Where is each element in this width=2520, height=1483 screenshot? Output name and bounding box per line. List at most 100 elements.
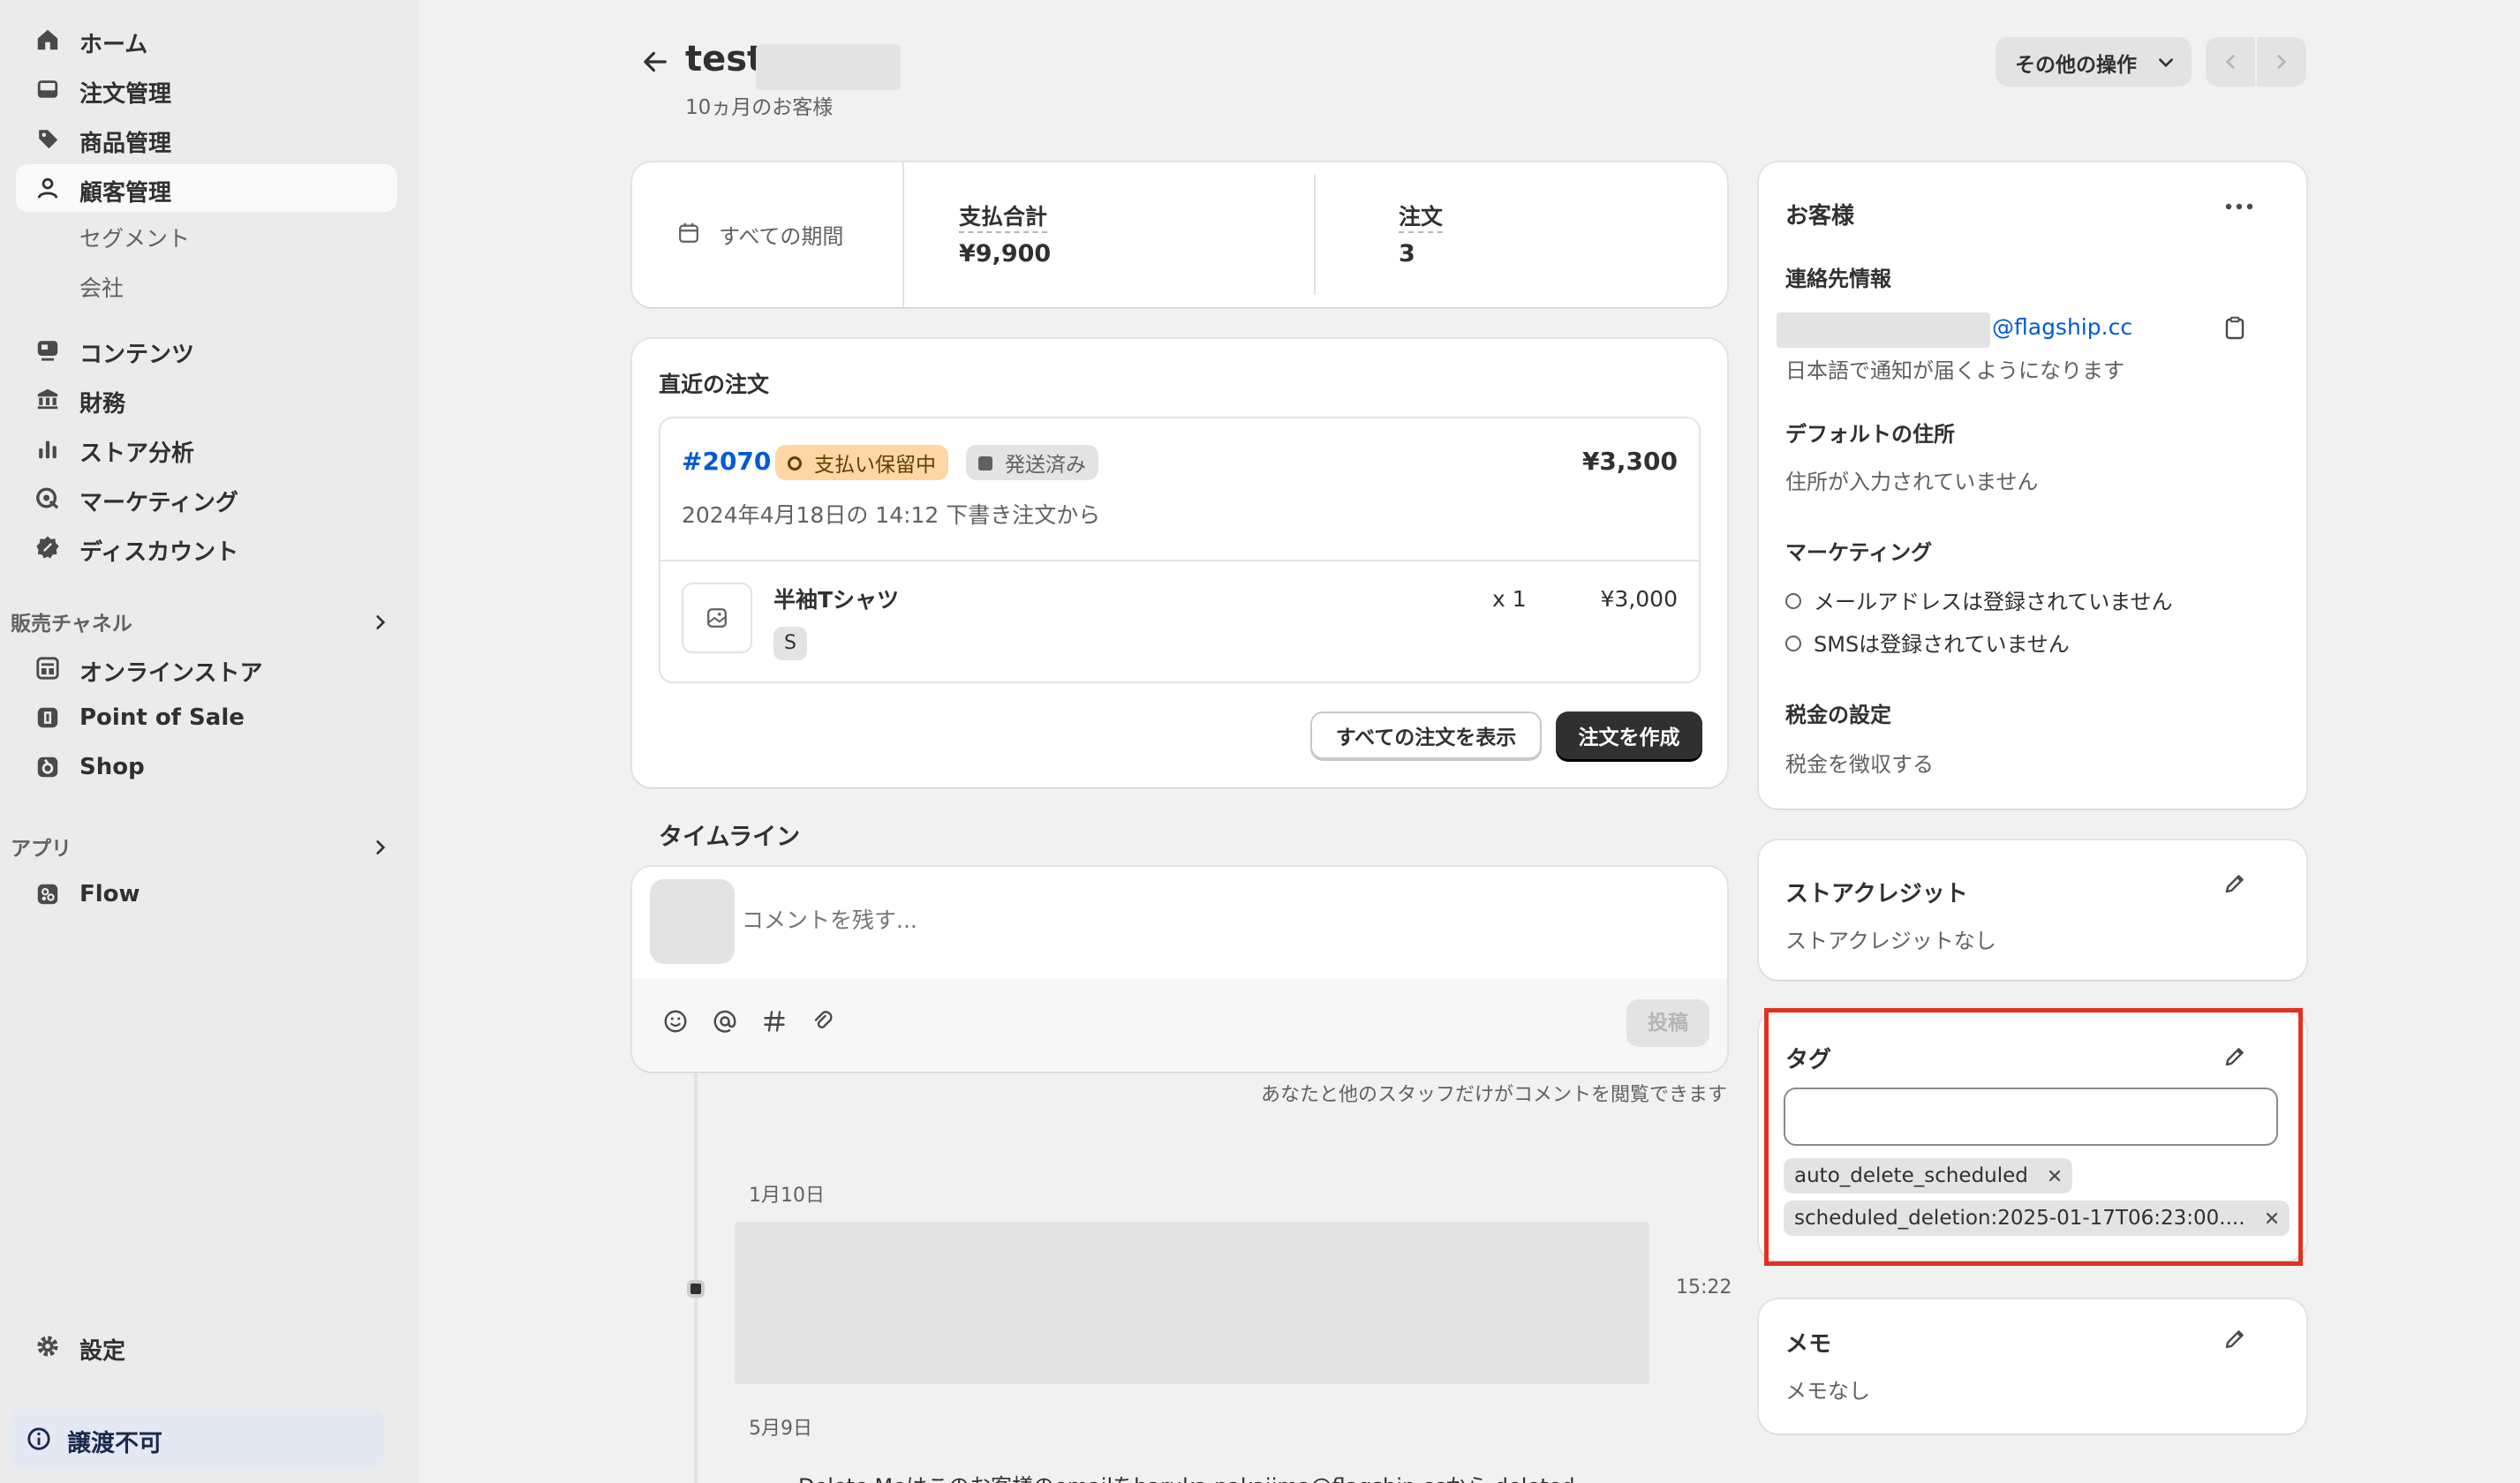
sidebar-item-finance[interactable]: 財務 (16, 375, 397, 423)
sidebar-item-settings[interactable]: 設定 (16, 1322, 397, 1370)
sidebar-item-home[interactable]: ホーム (16, 16, 397, 64)
sidebar-item-label: Flow (79, 881, 140, 907)
more-actions-button[interactable]: その他の操作 (1996, 37, 2192, 87)
sidebar-item-label: 商品管理 (79, 131, 172, 157)
page-title: test (685, 39, 765, 79)
chevron-down-icon (2159, 58, 2173, 68)
clipboard-icon[interactable] (2222, 314, 2248, 341)
hashtag-icon[interactable] (761, 1008, 788, 1035)
store-credit-card: ストアクレジット ストアクレジットなし (1759, 840, 2306, 980)
sidebar-item-label: ホーム (79, 32, 148, 58)
marketing-label: マーケティング (1785, 540, 1933, 565)
visibility-note: あなたと他のスタッフだけがコメントを閲覧できます (1260, 1084, 1727, 1106)
sidebar-item-label: 財務 (79, 391, 126, 418)
post-comment-button[interactable]: 投稿 (1626, 999, 1709, 1047)
sidebar-item-discounts[interactable]: ディスカウント (16, 523, 397, 571)
sidebar-subitem-companies[interactable]: 会社 (79, 271, 124, 303)
sidebar-item-orders[interactable]: 注文管理 (16, 65, 397, 113)
attachment-icon[interactable] (811, 1008, 837, 1035)
sidebar-item-flow[interactable]: Flow (16, 870, 397, 918)
sidebar-item-point-of-sale[interactable]: Point of Sale (16, 694, 397, 742)
sidebar-section-apps: アプリ (11, 838, 72, 861)
mention-icon[interactable] (712, 1008, 738, 1035)
main-content: test 10ヵ月のお客様 その他の操作 すべての期間 支払合計 ¥9,900 … (419, 0, 2520, 1483)
email-redacted-block (1777, 312, 1990, 348)
chevron-left-icon (2225, 55, 2235, 69)
timeline-date: 1月10日 (749, 1185, 825, 1207)
sidebar-item-content[interactable]: コンテンツ (16, 326, 397, 373)
comment-input[interactable] (742, 888, 1678, 952)
image-placeholder-icon (707, 608, 727, 628)
sidebar-subitem-segments[interactable]: セグメント (79, 222, 190, 253)
pencil-icon[interactable] (2222, 1326, 2248, 1352)
notes-card: メモ メモなし (1759, 1299, 2306, 1434)
notes-value: メモなし (1785, 1379, 1870, 1404)
banner-label: 譲渡不可 (67, 1430, 162, 1457)
customer-since: 10ヵ月のお客様 (685, 96, 834, 119)
inbox-icon (37, 80, 58, 98)
divider (902, 162, 904, 307)
fulfilled-dot-icon (978, 456, 992, 470)
chevron-right-icon[interactable] (371, 838, 390, 857)
tax-settings-value: 税金を徴収する (1785, 752, 1934, 777)
timeline-event-redacted (735, 1222, 1649, 1384)
sidebar-item-marketing[interactable]: マーケティング (16, 474, 397, 522)
calendar-icon (679, 222, 698, 243)
order-total: ¥3,300 (1581, 447, 1678, 476)
timeline-date: 5月9日 (749, 1418, 812, 1440)
emoji-icon[interactable] (662, 1008, 689, 1035)
sidebar-item-analytics[interactable]: ストア分析 (16, 425, 397, 472)
sidebar-item-label: オンラインストア (79, 660, 263, 687)
view-all-orders-button[interactable]: すべての注文を表示 (1310, 711, 1542, 759)
next-customer-button[interactable] (2257, 37, 2306, 87)
stats-card: すべての期間 支払合計 ¥9,900 注文 3 (632, 162, 1727, 307)
recent-orders-title: 直近の注文 (659, 372, 770, 397)
non-transferable-banner[interactable]: 譲渡不可 (9, 1409, 385, 1469)
email-link[interactable]: @flagship.cc (1992, 314, 2132, 340)
content-icon (37, 341, 58, 361)
bank-icon (37, 388, 58, 410)
date-range-label: すべての期間 (719, 224, 844, 249)
sidebar-item-customers[interactable]: 顧客管理 (16, 164, 397, 212)
pos-icon (37, 707, 58, 728)
highlight-box (1764, 1008, 2303, 1266)
sidebar-item-label: 顧客管理 (79, 180, 172, 207)
order-meta: 2024年4月18日の 14:12 下書き注文から (682, 502, 1101, 528)
previous-customer-button[interactable] (2206, 37, 2255, 87)
default-address-value: 住所が入力されていません (1785, 470, 2039, 494)
orders-count-label: 注文 (1399, 199, 1444, 233)
total-spent-value: ¥9,900 (959, 240, 1052, 267)
chevron-right-icon[interactable] (371, 613, 390, 632)
person-icon (37, 177, 58, 199)
pencil-icon[interactable] (2222, 870, 2248, 897)
timeline-event-text: Delete Meはこのお客様のemailをharuka.nakajima@fl… (798, 1469, 1575, 1483)
store-credit-value: ストアクレジットなし (1785, 929, 1996, 953)
sidebar-item-label: Point of Sale (79, 704, 245, 731)
sidebar-item-label: ディスカウント (79, 539, 239, 566)
line-item-quantity: x 1 (1492, 586, 1527, 612)
back-arrow-icon[interactable] (641, 48, 669, 76)
default-address-label: デフォルトの住所 (1785, 422, 1955, 447)
gear-icon (37, 1336, 58, 1357)
recent-orders-card: 直近の注文 #2070 支払い保留中 発送済み ¥3,300 2024年4月18… (632, 339, 1727, 787)
more-actions-label: その他の操作 (2015, 54, 2137, 77)
order-number-link[interactable]: #2070 (682, 447, 771, 476)
more-options-icon[interactable] (2222, 194, 2257, 219)
sidebar-item-products[interactable]: 商品管理 (16, 115, 397, 162)
fulfillment-status-text: 発送済み (1005, 454, 1086, 477)
sidebar-item-label: 設定 (79, 1338, 126, 1365)
create-order-button[interactable]: 注文を作成 (1556, 711, 1702, 759)
total-spent-label: 支払合計 (959, 199, 1048, 233)
sidebar-item-label: マーケティング (79, 490, 238, 516)
sidebar-item-online-store[interactable]: オンラインストア (16, 644, 397, 692)
timeline-title: タイムライン (659, 824, 801, 851)
sidebar-item-label: 注文管理 (79, 81, 172, 108)
sidebar-item-shop[interactable]: Shop (16, 743, 397, 791)
sidebar-section-sales-channels: 販売チャネル (11, 613, 132, 636)
sidebar: ホーム 注文管理 商品管理 顧客管理 セグメント 会社 コンテンツ 財務 ストア… (0, 0, 419, 1483)
orders-count-value: 3 (1399, 240, 1415, 267)
variant-badge: S (773, 627, 807, 660)
line-item-name[interactable]: 半袖Tシャツ (773, 583, 899, 614)
date-range-selector[interactable]: すべての期間 (632, 162, 902, 307)
payment-status-text: 支払い保留中 (814, 454, 936, 477)
